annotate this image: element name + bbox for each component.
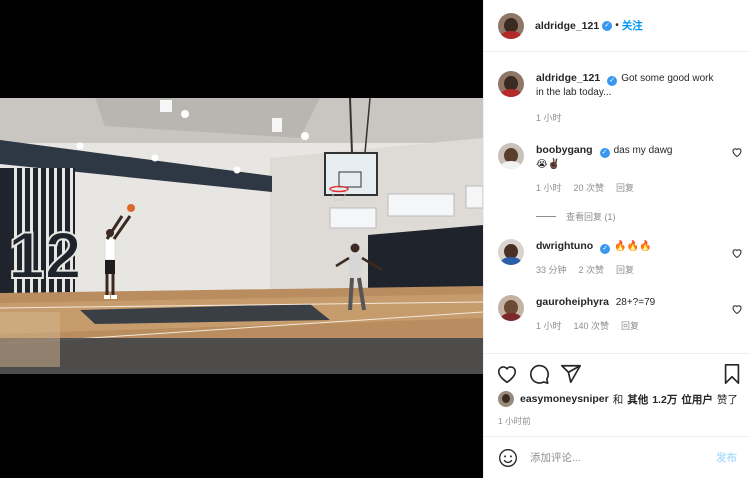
verified-icon: ✓ xyxy=(607,76,618,86)
comment-likes[interactable]: 140 次赞 xyxy=(574,319,610,333)
gym-scene-image: 12 xyxy=(0,98,483,374)
post-modal: 12 aldridge_121 ✓ • 关注 aldridge_121 ✓ Go… xyxy=(0,0,750,478)
caption: aldridge_121 ✓ Got some good work in the l… xyxy=(498,71,743,125)
post-comment-button[interactable]: 发布 xyxy=(716,450,737,465)
reply-button[interactable]: 回复 xyxy=(616,181,634,195)
liked-by-others-prefix[interactable]: 其他 xyxy=(627,392,648,407)
follow-button[interactable]: 关注 xyxy=(622,18,643,33)
post-timestamp[interactable]: 1 小时前 xyxy=(498,415,531,427)
liked-by: easymoneysniper 和 其他 1.2万 位用户 赞了 xyxy=(498,391,738,407)
comment-likes[interactable]: 20 次赞 xyxy=(574,181,605,195)
like-comment-heart-icon[interactable] xyxy=(731,303,743,315)
comments-list[interactable]: aldridge_121 ✓ Got some good work in the l… xyxy=(484,53,750,353)
verified-icon: ✓ xyxy=(599,148,610,158)
verified-icon: ✓ xyxy=(600,244,611,254)
caption-username[interactable]: aldridge_121 xyxy=(536,72,600,84)
post-photo[interactable]: 12 xyxy=(0,98,483,374)
comment-input[interactable] xyxy=(530,451,716,464)
liked-by-and: 和 xyxy=(612,393,624,406)
comment-likes[interactable]: 2 次赞 xyxy=(579,263,605,277)
comment-text: 🔥🔥🔥 xyxy=(614,241,652,252)
view-replies-label: 查看回复 (1) xyxy=(566,212,616,222)
comment-time[interactable]: 1 小时 xyxy=(536,319,562,333)
post-details-pane: aldridge_121 ✓ • 关注 aldridge_121 ✓ Got som… xyxy=(483,0,750,478)
bookmark-icon[interactable] xyxy=(721,363,743,385)
reply-button[interactable]: 回复 xyxy=(621,319,639,333)
liked-by-suffix: 赞了 xyxy=(716,393,738,406)
comment-item: gauroheiphyra 28+?=79 1 小时 140 次赞 回复 xyxy=(498,295,743,333)
comment-text: das my dawg xyxy=(613,145,673,156)
caption-avatar[interactable] xyxy=(498,71,524,97)
liked-by-count[interactable]: 1.2万 xyxy=(652,392,677,407)
liked-by-suffix-bold[interactable]: 位用户 xyxy=(681,392,713,407)
comment-icon[interactable] xyxy=(528,363,550,385)
comment-avatar[interactable] xyxy=(498,295,524,321)
post-header: aldridge_121 ✓ • 关注 xyxy=(484,0,750,52)
media-pane: 12 xyxy=(0,0,483,478)
replies-divider xyxy=(536,216,556,217)
comment-text: 28+?=79 xyxy=(615,297,656,308)
reply-button[interactable]: 回复 xyxy=(616,263,634,277)
comment-item: dwrightuno ✓ 🔥🔥🔥 33 分钟 2 次赞 回复 xyxy=(498,239,743,277)
caption-time[interactable]: 1 小时 xyxy=(536,111,562,125)
action-bar xyxy=(484,353,750,389)
view-replies-button[interactable]: 查看回复 (1) xyxy=(536,210,616,223)
comment-emoji: 😭✌🏿 xyxy=(536,159,561,170)
share-icon[interactable] xyxy=(560,363,582,385)
author-avatar[interactable] xyxy=(498,12,524,39)
comment-username[interactable]: boobygang xyxy=(536,144,593,156)
heart-icon[interactable] xyxy=(496,363,518,385)
add-comment-bar: 发布 xyxy=(484,436,750,478)
comment-avatar[interactable] xyxy=(498,239,524,265)
jersey-number-graphic: 12 xyxy=(8,218,81,292)
author-username[interactable]: aldridge_121 xyxy=(535,20,599,32)
comment-username[interactable]: dwrightuno xyxy=(536,240,593,252)
liker-avatar[interactable] xyxy=(498,391,514,407)
separator-dot: • xyxy=(615,20,619,31)
verified-icon: ✓ xyxy=(602,20,613,31)
emoji-icon[interactable] xyxy=(498,448,518,468)
comment-time[interactable]: 1 小时 xyxy=(536,181,562,195)
comment-time[interactable]: 33 分钟 xyxy=(536,263,567,277)
liker-username[interactable]: easymoneysniper xyxy=(520,393,609,405)
comment-item: boobygang ✓ das my dawg 😭✌🏿 1 小时 20 次赞 回复 xyxy=(498,143,743,195)
comment-avatar[interactable] xyxy=(498,143,524,169)
comment-username[interactable]: gauroheiphyra xyxy=(536,296,609,308)
like-comment-heart-icon[interactable] xyxy=(731,247,743,259)
like-comment-heart-icon[interactable] xyxy=(731,146,743,158)
